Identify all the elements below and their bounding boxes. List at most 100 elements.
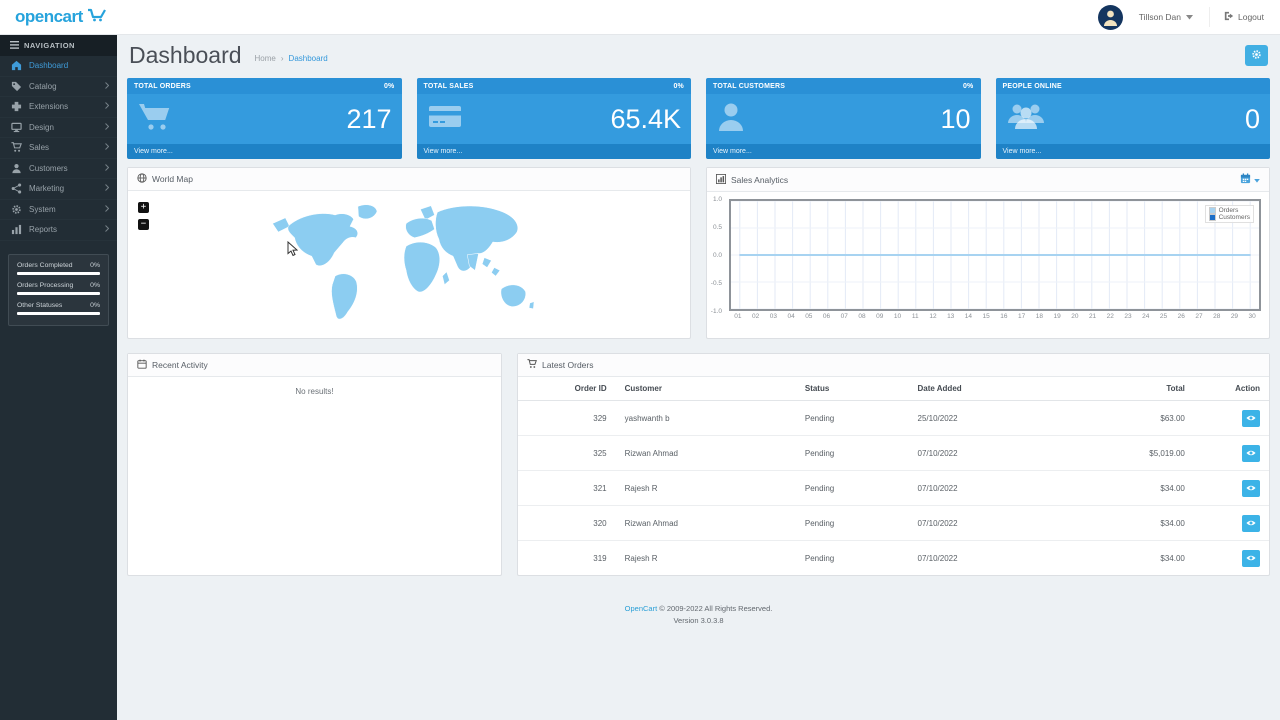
sidebar-item-label: Extensions xyxy=(29,102,69,112)
page-title: Dashboard xyxy=(129,42,242,68)
view-more-link[interactable]: View more... xyxy=(416,144,691,159)
sidebar-item-reports[interactable]: Reports xyxy=(0,220,117,241)
tile-percent: 0% xyxy=(673,82,684,90)
chart-x-axis: 01 02 03 04 05 06 07 08 09 10 11 12 13 14 15 16 17 18 19 20… xyxy=(729,313,1261,320)
legend-swatch xyxy=(1208,207,1216,214)
table-row: 321 Rajesh R Pending 07/10/2022 $34.00 xyxy=(518,470,1269,506)
breadcrumb-current[interactable]: Dashboard xyxy=(289,54,328,63)
sidebar-item-customers[interactable]: Customers xyxy=(0,159,117,179)
avatar[interactable] xyxy=(1097,4,1123,30)
view-more-link[interactable]: View more... xyxy=(706,144,981,159)
x-tick-label: 17 xyxy=(1018,313,1026,320)
sidebar-item-label: System xyxy=(29,204,56,214)
cart-icon xyxy=(527,359,537,371)
x-tick-label: 12 xyxy=(929,313,937,320)
navigation-header: NAVIGATION xyxy=(0,35,117,56)
column-header-total: Total xyxy=(1066,377,1194,401)
chevron-right-icon xyxy=(105,122,110,132)
progress-bar xyxy=(17,291,100,295)
sidebar-item-sales[interactable]: Sales xyxy=(0,138,117,159)
sidebar-item-catalog[interactable]: Catalog xyxy=(0,77,117,97)
cell-status: Pending xyxy=(795,470,909,506)
world-map-image xyxy=(272,204,535,320)
legend-label: Customers xyxy=(1218,214,1250,221)
x-tick-label: 20 xyxy=(1071,313,1079,320)
view-more-link[interactable]: View more... xyxy=(127,144,402,159)
cell-status: Pending xyxy=(795,505,909,541)
x-tick-label: 21 xyxy=(1088,313,1097,320)
table-row: 320 Rizwan Ahmad Pending 07/10/2022 $34.… xyxy=(518,505,1269,541)
x-tick-label: 24 xyxy=(1142,313,1150,320)
chart-range-dropdown[interactable] xyxy=(1240,173,1260,186)
sidebar-item-label: Marketing xyxy=(29,184,65,194)
column-header-status: Status xyxy=(795,377,909,401)
view-order-button[interactable] xyxy=(1242,409,1260,427)
sidebar-item-extensions[interactable]: Extensions xyxy=(0,97,117,118)
stat-orders-completed: Orders Completed 0% xyxy=(17,262,100,269)
logout-button[interactable]: Logout xyxy=(1209,7,1264,27)
sidebar-item-design[interactable]: Design xyxy=(0,118,117,138)
sales-analytics-panel: Sales Analytics 1.0 0.5 0.0 -0.5 -1.0 Orders… xyxy=(706,167,1270,339)
breadcrumb-home[interactable]: Home xyxy=(255,54,276,63)
view-order-button[interactable] xyxy=(1242,514,1260,532)
stat-orders-processing: Orders Processing 0% xyxy=(17,282,100,289)
world-map[interactable]: + − xyxy=(128,191,690,337)
cell-date-added: 25/10/2022 xyxy=(908,400,1067,436)
hamburger-icon xyxy=(10,40,19,51)
tile-total-orders: TOTAL ORDERS 0% 217 View more... xyxy=(127,78,402,159)
map-zoom-in-button[interactable]: + xyxy=(138,202,149,213)
eye-icon xyxy=(1246,555,1256,561)
opencart-logo[interactable]: opencart xyxy=(0,7,107,27)
cell-status: Pending xyxy=(795,400,909,436)
cell-order-id: 319 xyxy=(593,553,607,563)
chevron-right-icon xyxy=(105,143,110,152)
x-tick-label: 29 xyxy=(1230,313,1239,320)
x-tick-label: 06 xyxy=(822,313,831,320)
stat-label: Orders Processing xyxy=(17,281,74,289)
column-header-action: Action xyxy=(1193,377,1269,401)
world-map-panel: World Map + − xyxy=(127,167,691,339)
x-tick-label: 14 xyxy=(964,313,973,320)
cell-order-id: 320 xyxy=(518,505,616,541)
x-tick-label: 22 xyxy=(1106,313,1114,320)
user-menu[interactable]: Tillson Dan xyxy=(1139,12,1193,22)
bar-chart-icon xyxy=(11,224,22,235)
map-zoom-out-button[interactable]: − xyxy=(138,219,149,230)
sidebar-item-system[interactable]: System xyxy=(0,200,117,220)
cell-total: $34.00 xyxy=(1160,553,1185,563)
sidebar-item-marketing[interactable]: Marketing xyxy=(0,179,117,200)
cell-order-id: 329 xyxy=(518,400,616,436)
cell-customer: Rajesh R xyxy=(624,553,658,563)
opencart-link[interactable]: OpenCart xyxy=(625,604,658,613)
bar-chart-icon xyxy=(716,173,726,186)
y-tick-label: -1.0 xyxy=(710,308,722,315)
view-more-link[interactable]: View more... xyxy=(995,144,1270,159)
column-header-customer: Customer xyxy=(615,377,796,401)
cell-customer: yashwanth b xyxy=(615,400,796,436)
x-tick-label: 05 xyxy=(805,313,813,320)
legend-entry: Customers xyxy=(1208,214,1250,221)
sidebar-item-label: Sales xyxy=(29,143,50,153)
chevron-right-icon xyxy=(105,225,110,234)
tile-label: TOTAL CUSTOMERS xyxy=(713,82,786,90)
view-order-button[interactable] xyxy=(1242,444,1260,462)
x-tick-label: 30 xyxy=(1248,313,1256,320)
chevron-right-icon xyxy=(105,204,110,214)
tile-total-customers: TOTAL CUSTOMERS 0% 10 View more... xyxy=(706,78,981,159)
view-order-button[interactable] xyxy=(1242,549,1260,567)
panel-title: Recent Activity xyxy=(152,360,208,370)
sidebar-item-dashboard[interactable]: Dashboard xyxy=(0,56,117,77)
eye-icon xyxy=(1246,415,1256,421)
progress-bar xyxy=(17,311,100,315)
cell-total: $34.00 xyxy=(1066,470,1194,506)
eye-icon xyxy=(1246,485,1256,491)
tile-total-sales: TOTAL SALES 0% 65.4K View more... xyxy=(416,78,691,159)
chart-plot-area: Orders Customers xyxy=(729,199,1261,311)
view-order-button[interactable] xyxy=(1242,479,1260,497)
x-tick-label: 16 xyxy=(1000,313,1008,320)
users-icon xyxy=(1006,101,1046,138)
monitor-icon xyxy=(11,122,22,133)
dashboard-settings-button[interactable] xyxy=(1245,45,1268,66)
sidebar-item-label: Reports xyxy=(29,225,58,235)
user-name: Tillson Dan xyxy=(1138,12,1181,22)
